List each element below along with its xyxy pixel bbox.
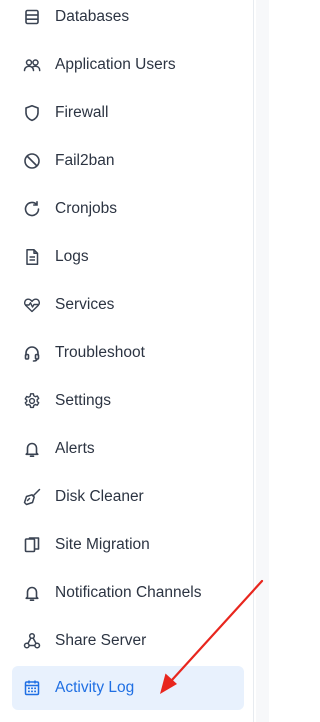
sidebar-item-label: Fail2ban	[55, 152, 115, 169]
sidebar-item-share-server[interactable]: Share Server	[12, 619, 244, 663]
sidebar-item-label: Services	[55, 296, 115, 313]
calendar-icon	[23, 679, 41, 697]
bell-icon	[23, 584, 41, 602]
sidebar-item-label: Alerts	[55, 440, 95, 457]
sidebar-item-label: Share Server	[55, 632, 147, 649]
ban-icon	[23, 152, 41, 170]
sidebar-item-services[interactable]: Services	[12, 283, 244, 327]
sidebar-item-troubleshoot[interactable]: Troubleshoot	[12, 331, 244, 375]
sidebar-item-databases[interactable]: Databases	[12, 0, 244, 39]
copy-icon	[23, 536, 41, 554]
sidebar-item-label: Activity Log	[55, 679, 135, 696]
sidebar-item-fail2ban[interactable]: Fail2ban	[12, 139, 244, 183]
sidebar-item-label: Troubleshoot	[55, 344, 145, 361]
sidebar-item-label: Application Users	[55, 56, 176, 73]
sidebar-item-alerts[interactable]: Alerts	[12, 427, 244, 471]
sidebar-item-cronjobs[interactable]: Cronjobs	[12, 187, 244, 231]
sidebar-item-label: Firewall	[55, 104, 109, 121]
sidebar-item-settings[interactable]: Settings	[12, 379, 244, 423]
share-icon	[23, 632, 41, 650]
heart-pulse-icon	[23, 296, 41, 314]
refresh-icon	[23, 200, 41, 218]
users-icon	[23, 56, 41, 74]
sidebar-item-label: Site Migration	[55, 536, 150, 553]
database-icon	[23, 8, 41, 26]
sidebar-item-label: Cronjobs	[55, 200, 118, 217]
sidebar-item-disk-cleaner[interactable]: Disk Cleaner	[12, 475, 244, 519]
sidebar-item-logs[interactable]: Logs	[12, 235, 244, 279]
file-text-icon	[23, 248, 41, 266]
sidebar-item-activity-log[interactable]: Activity Log	[12, 666, 244, 710]
shield-icon	[23, 104, 41, 122]
sidebar-item-label: Notification Channels	[55, 584, 202, 601]
sidebar-item-application-users[interactable]: Application Users	[12, 43, 244, 87]
broom-icon	[23, 488, 41, 506]
sidebar-item-notification-channels[interactable]: Notification Channels	[12, 571, 244, 615]
sidebar-item-label: Settings	[55, 392, 112, 409]
sidebar-item-site-migration[interactable]: Site Migration	[12, 523, 244, 567]
scrollbar[interactable]	[256, 0, 269, 722]
bell-icon	[23, 440, 41, 458]
sidebar-item-firewall[interactable]: Firewall	[12, 91, 244, 135]
sidebar: Databases Application Users Firewall Fai…	[0, 0, 254, 722]
sidebar-item-label: Logs	[55, 248, 89, 265]
sidebar-item-label: Disk Cleaner	[55, 488, 144, 505]
sidebar-item-label: Databases	[55, 8, 130, 25]
headphones-icon	[23, 344, 41, 362]
gear-icon	[23, 392, 41, 410]
